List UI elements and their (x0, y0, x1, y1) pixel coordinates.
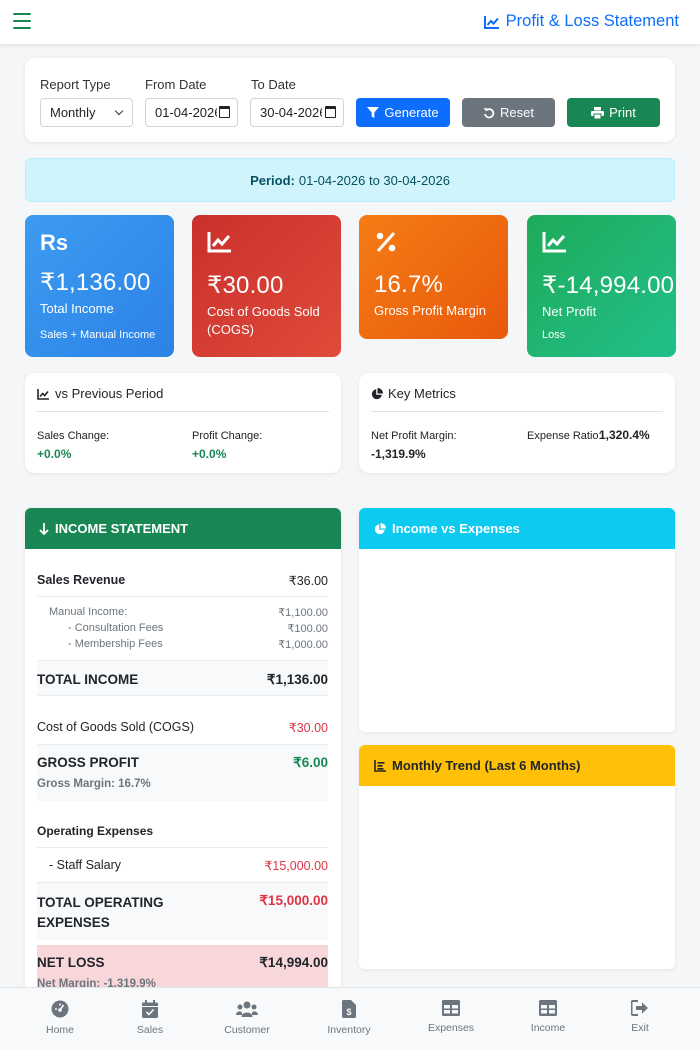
gross-profit-row: GROSS PROFIT ₹6.00 Gross Margin: 16.7% (37, 744, 328, 801)
generate-button[interactable]: Generate (356, 98, 450, 127)
monthly-trend-chart: Monthly Trend (Last 6 Months) (359, 745, 675, 969)
sales-change-label: Sales Change: (37, 430, 110, 442)
hamburger-menu-icon[interactable] (13, 13, 31, 29)
chart-bar-icon (374, 759, 386, 772)
nav-customer[interactable]: Customer (212, 1000, 282, 1036)
calendar-icon[interactable] (219, 106, 230, 118)
nav-expenses[interactable]: Expenses (416, 1000, 486, 1034)
rupee-icon: Rs (40, 230, 69, 255)
net-profit-card: ₹-14,994.00 Net Profit Loss (527, 215, 676, 357)
monthly-trend-header: Monthly Trend (Last 6 Months) (359, 745, 675, 786)
profit-change-value: +0.0% (192, 447, 227, 461)
nav-inventory[interactable]: $ Inventory (314, 1000, 384, 1036)
table-icon (442, 1000, 460, 1016)
key-metrics-card: Key Metrics Net Profit Margin: -1,319.9%… (359, 373, 675, 473)
expense-ratio-value: 1,320.4% (599, 428, 650, 442)
staff-salary-row: - Staff Salary ₹15,000.00 (49, 858, 328, 873)
gross-margin-card: 16.7% Gross Profit Margin (359, 215, 508, 339)
chart-pie-icon (371, 387, 383, 399)
report-type-select[interactable]: Monthly (40, 98, 133, 127)
chart-pie-icon (374, 522, 386, 534)
users-icon (236, 1001, 258, 1017)
expense-ratio-label: Expense Ratio: (527, 430, 602, 442)
top-navbar: Profit & Loss Statement (0, 0, 700, 44)
print-button[interactable]: Print (567, 98, 660, 127)
calendar-check-icon (142, 1000, 158, 1018)
chevron-down-icon (114, 106, 124, 116)
page-title: Profit & Loss Statement (483, 12, 679, 31)
arrow-down-icon (39, 522, 49, 535)
income-statement-header: INCOME STATEMENT (25, 508, 341, 549)
chart-line-icon (483, 15, 499, 29)
nav-exit[interactable]: Exit (605, 1000, 675, 1034)
income-vs-expenses-header: Income vs Expenses (359, 508, 675, 549)
net-margin-value: -1,319.9% (371, 447, 426, 461)
income-vs-expenses-chart: Income vs Expenses (359, 508, 675, 732)
from-date-label: From Date (145, 77, 207, 92)
total-income-card: Rs ₹1,136.00 Total Income Sales + Manual… (25, 215, 174, 357)
report-type-label: Report Type (40, 77, 111, 92)
period-label: Period: (250, 172, 295, 188)
percent-icon (376, 232, 396, 252)
period-banner: Period: 01-04-2026 to 30-04-2026 (25, 158, 675, 202)
profit-change-label: Profit Change: (192, 430, 263, 442)
gauge-icon (51, 1000, 69, 1018)
nav-sales[interactable]: Sales (115, 1000, 185, 1036)
filter-icon (367, 107, 380, 118)
filter-card: Report Type Monthly From Date 01-04-2026… (25, 58, 675, 142)
divider (37, 596, 328, 597)
period-value: 01-04-2026 to 30-04-2026 (298, 172, 450, 188)
key-metrics-title: Key Metrics (371, 386, 456, 401)
comparison-title: vs Previous Period (37, 386, 163, 401)
undo-icon (483, 107, 495, 118)
nav-income[interactable]: Income (513, 1000, 583, 1034)
income-statement-card: INCOME STATEMENT Sales Revenue ₹36.00 Ma… (25, 508, 341, 998)
total-operating-expenses-row: TOTAL OPERATING EXPENSES ₹15,000.00 (37, 882, 328, 940)
nav-home[interactable]: Home (25, 1000, 95, 1036)
table-icon (539, 1000, 557, 1016)
chart-line-icon (207, 232, 231, 253)
operating-expenses-heading: Operating Expenses (37, 824, 154, 838)
sales-revenue-row: Sales Revenue ₹36.00 (37, 573, 328, 588)
net-margin-label: Net Profit Margin: (371, 430, 457, 442)
to-date-label: To Date (251, 77, 296, 92)
reset-button[interactable]: Reset (462, 98, 555, 127)
chart-line-icon (542, 232, 566, 253)
print-icon (591, 106, 605, 119)
divider (37, 411, 329, 412)
membership-fees-row: - Membership Fees ₹1,000.00 (68, 638, 328, 651)
invoice-icon: $ (342, 1000, 356, 1018)
manual-income-row: Manual Income: ₹1,100.00 (49, 606, 328, 619)
chart-line-icon (37, 388, 49, 400)
divider (371, 411, 663, 412)
comparison-card: vs Previous Period Sales Change: +0.0% P… (25, 373, 341, 473)
sign-out-icon (631, 1000, 648, 1016)
to-date-input[interactable]: 30-04-2026 (250, 98, 344, 127)
calendar-icon[interactable] (325, 106, 336, 118)
svg-text:$: $ (346, 1007, 351, 1017)
bottom-navigation: Home Sales Customer $ Inventory Expenses… (0, 987, 700, 1050)
cogs-card: ₹30.00 Cost of Goods Sold (COGS) (192, 215, 341, 357)
divider (37, 847, 328, 848)
sales-change-value: +0.0% (37, 447, 72, 461)
consultation-fees-row: - Consultation Fees ₹100.00 (68, 622, 328, 635)
total-income-row: TOTAL INCOME ₹1,136.00 (37, 660, 328, 696)
from-date-input[interactable]: 01-04-2026 (145, 98, 238, 127)
cogs-row: Cost of Goods Sold (COGS) ₹30.00 (37, 720, 328, 735)
